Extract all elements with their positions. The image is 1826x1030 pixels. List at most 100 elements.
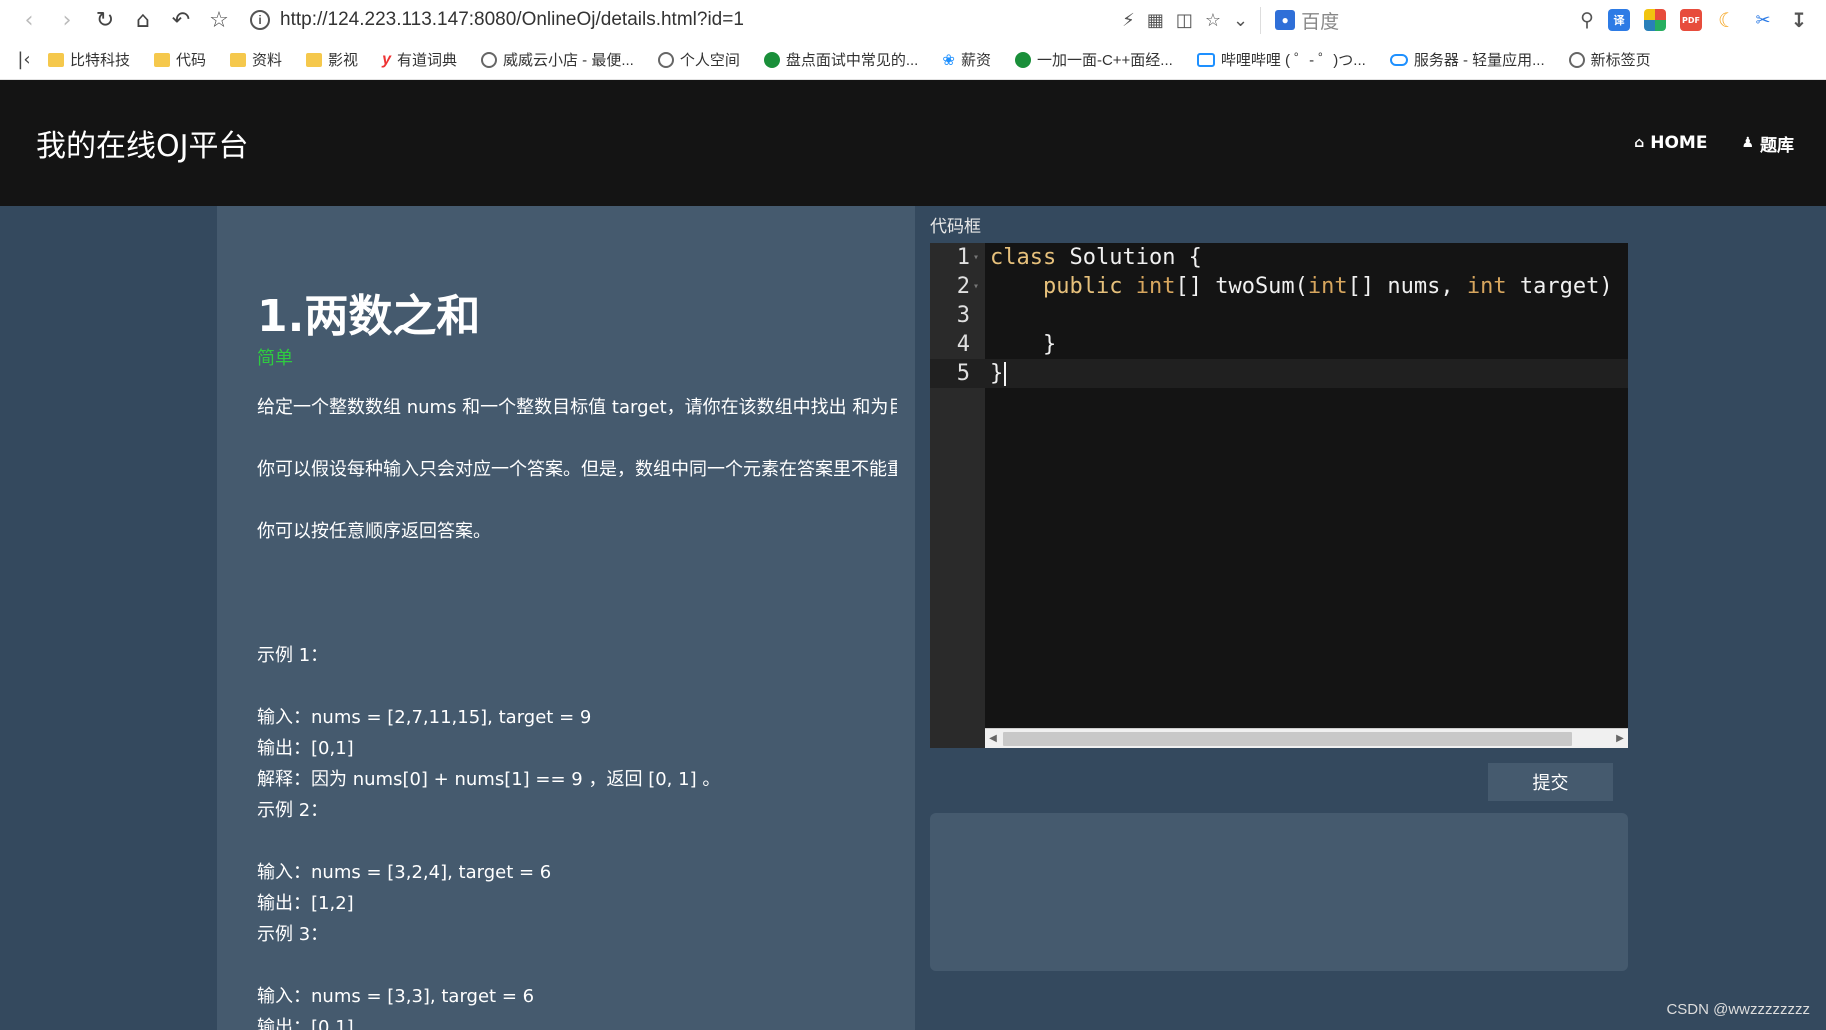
bookmark-label: 一加一面-C++面经...	[1036, 52, 1173, 69]
bookmark-item[interactable]: 威威云小店 - 最便...	[469, 49, 646, 70]
pdf-icon[interactable]: PDF	[1680, 9, 1702, 31]
code-text[interactable]: public int[] twoSum(int[] nums, int targ…	[985, 272, 1628, 301]
bookmark-label: 哔哩哔哩 ( ゜- ゜)つ...	[1220, 52, 1366, 69]
translate-ext-icon[interactable]: 译	[1608, 9, 1630, 31]
bookmark-item[interactable]: 影视	[294, 49, 370, 70]
line-number: 1	[956, 245, 970, 270]
keyword: public	[1042, 274, 1123, 299]
bookmark-item[interactable]: 个人空间	[646, 49, 752, 70]
bookmark-item[interactable]: 一加一面-C++面经...	[1003, 49, 1185, 70]
main-area: 1.两数之和 简单 给定一个整数数组 nums 和一个整数目标值 target，…	[0, 206, 1826, 1030]
globe-icon	[1568, 51, 1585, 68]
line-number: 4	[956, 332, 970, 357]
lightning-icon[interactable]: ⚡	[1122, 10, 1135, 31]
bookmarks-bar: |‹ 比特科技 代码 资料 影视 y 有道词典 威威云小店 - 最便... 个人空…	[0, 40, 1826, 80]
translate-icon[interactable]: ◫	[1176, 10, 1193, 31]
search-engine-label[interactable]: 百度	[1301, 7, 1339, 34]
apps-icon[interactable]	[1644, 9, 1666, 31]
folder-icon	[154, 52, 171, 67]
bookmark-item[interactable]: 哔哩哔哩 ( ゜- ゜)つ...	[1185, 49, 1378, 70]
grid-icon[interactable]: ▦	[1147, 10, 1164, 31]
bookmark-item[interactable]: 比特科技	[36, 49, 142, 70]
bookmark-item[interactable]: y 有道词典	[370, 49, 469, 70]
bookmark-label: 服务器 - 轻量应用...	[1413, 52, 1545, 69]
bookmark-label: 威威云小店 - 最便...	[502, 52, 634, 69]
code-text[interactable]: }	[985, 359, 1628, 388]
reload-icon[interactable]: ↻	[90, 5, 120, 35]
fold-arrow-icon[interactable]: ▾	[970, 272, 985, 301]
example-line: 输出：[0,1]	[257, 738, 354, 759]
bookmark-star-icon[interactable]: ☆	[1205, 10, 1221, 31]
search-icon[interactable]: ⚲	[1580, 9, 1594, 31]
text-cursor	[1004, 362, 1007, 386]
address-bar[interactable]: i http://124.223.113.147:8080/OnlineOj/d…	[250, 5, 1122, 35]
type: int	[1135, 274, 1176, 299]
sidebar-toggle-icon[interactable]: |‹	[12, 45, 36, 75]
result-panel	[930, 813, 1628, 971]
undo-icon[interactable]: ↶	[166, 5, 196, 35]
scroll-left-icon[interactable]: ◀	[985, 733, 1001, 744]
horizontal-scrollbar[interactable]: ◀ ▶	[985, 728, 1628, 748]
nav-home-label: HOME	[1650, 133, 1708, 153]
star-icon[interactable]: ☆	[204, 5, 234, 35]
code-token: [] nums,	[1347, 274, 1467, 299]
home-icon[interactable]: ⌂	[128, 5, 158, 35]
bookmark-item[interactable]: 新标签页	[1557, 49, 1663, 70]
code-text[interactable]	[985, 301, 1628, 330]
shield-icon	[763, 51, 780, 68]
code-text[interactable]: class Solution {	[985, 243, 1628, 272]
extension-tools: ⚲ 译 PDF ☾ ✂ ↧	[1580, 8, 1826, 32]
example-line: 解释：因为 nums[0] + nums[1] == 9 ，返回 [0, 1] …	[257, 769, 721, 790]
bookmark-item[interactable]: 服务器 - 轻量应用...	[1378, 49, 1557, 70]
code-text[interactable]: }	[985, 330, 1628, 359]
code-token: target) {	[1506, 274, 1628, 299]
submit-button[interactable]: 提交	[1488, 763, 1613, 801]
code-line[interactable]: 2 ▾ public int[] twoSum(int[] nums, int …	[930, 272, 1628, 301]
back-icon[interactable]: ‹	[14, 5, 44, 35]
site-brand[interactable]: 我的在线OJ平台	[0, 121, 248, 165]
nav-problems-link[interactable]: ♟ 题库	[1741, 131, 1794, 156]
scrollbar-thumb[interactable]	[1003, 731, 1572, 746]
youdao-icon: y	[382, 50, 391, 68]
code-line-active[interactable]: 5 }	[930, 359, 1628, 388]
url-text[interactable]: http://124.223.113.147:8080/OnlineOj/det…	[280, 9, 744, 31]
example-line: 输入：nums = [3,2,4], target = 6	[257, 862, 552, 883]
site-info-icon[interactable]: i	[250, 10, 270, 30]
bookmark-item[interactable]: ❀ 薪资	[930, 49, 1003, 70]
leaf-icon: ❀	[942, 51, 955, 69]
desc-line: 你可以按任意顺序返回答案。	[257, 521, 491, 542]
bookmark-item[interactable]: 资料	[218, 49, 294, 70]
folder-icon	[230, 52, 247, 67]
scroll-right-icon[interactable]: ▶	[1612, 733, 1628, 744]
nav-home-link[interactable]: ⌂ HOME	[1634, 131, 1707, 156]
moon-icon[interactable]: ☾	[1716, 8, 1738, 32]
code-line[interactable]: 4 }	[930, 330, 1628, 359]
example-heading: 示例 2：	[257, 800, 329, 821]
watermark: CSDN @wwzzzzzzzz	[1666, 1001, 1810, 1018]
bookmark-item[interactable]: 代码	[142, 49, 218, 70]
download-icon[interactable]: ↧	[1788, 8, 1810, 32]
nav-problems-label: 题库	[1760, 135, 1794, 156]
globe-icon	[657, 51, 674, 68]
nav-buttons: ‹ › ↻ ⌂ ↶ ☆	[0, 5, 250, 35]
example-heading: 示例 3：	[257, 924, 329, 945]
folder-icon	[306, 52, 323, 67]
scissors-icon[interactable]: ✂	[1752, 9, 1774, 31]
search-engine-box[interactable]: ● 百度	[1260, 6, 1580, 34]
code-line[interactable]: 3	[930, 301, 1628, 330]
fold-arrow-icon[interactable]: ▾	[970, 243, 985, 272]
bookmark-label: 薪资	[960, 52, 991, 69]
example-line: 输入：nums = [3,3], target = 6	[257, 986, 535, 1007]
forward-icon[interactable]: ›	[52, 5, 82, 35]
code-line[interactable]: 1 ▾ class Solution {	[930, 243, 1628, 272]
code-editor[interactable]: 1 ▾ class Solution { 2 ▾ public int[] tw…	[930, 243, 1628, 748]
top-nav: ⌂ HOME ♟ 题库	[1634, 131, 1826, 156]
bookmark-label: 新标签页	[1590, 52, 1651, 69]
code-token: [] twoSum(	[1175, 274, 1308, 299]
chevron-down-icon[interactable]: ⌄	[1233, 10, 1248, 31]
globe-icon	[480, 51, 497, 68]
editor-lines[interactable]: 1 ▾ class Solution { 2 ▾ public int[] tw…	[930, 243, 1628, 388]
bookmark-item[interactable]: 盘点面试中常见的...	[752, 49, 931, 70]
